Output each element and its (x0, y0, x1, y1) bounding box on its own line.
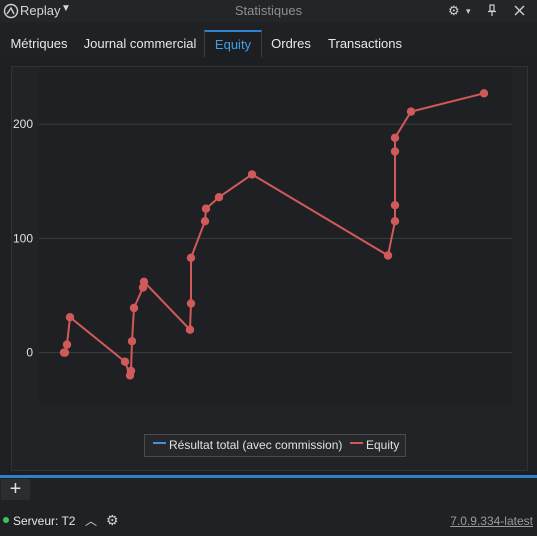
plot-area (39, 67, 512, 404)
equity-point[interactable] (185, 325, 195, 334)
equity-point[interactable] (127, 337, 137, 346)
tab-metriques[interactable]: Métriques (4, 30, 74, 57)
legend-equity-label[interactable]: Equity (366, 438, 399, 452)
equity-point[interactable] (139, 277, 149, 286)
equity-chart[interactable]: 0 100 200 (12, 67, 527, 470)
pin-icon[interactable] (487, 4, 497, 17)
equity-point[interactable] (60, 348, 70, 357)
y-tick-label: 200 (13, 117, 33, 131)
legend-swatch-total (153, 442, 166, 444)
chevron-down-icon[interactable]: ▾ (466, 6, 471, 17)
version-link[interactable]: 7.0.9.334-latest (450, 514, 533, 528)
gear-icon[interactable]: ⚙ (448, 3, 460, 19)
legend-swatch-equity (350, 442, 363, 444)
equity-point[interactable] (186, 299, 196, 308)
tab-bar: Métriques Journal commercial Equity Ordr… (0, 30, 537, 59)
equity-point[interactable] (126, 366, 136, 376)
equity-point[interactable] (247, 170, 257, 179)
tab-transactions[interactable]: Transactions (324, 30, 406, 57)
equity-point[interactable] (186, 253, 196, 262)
equity-point[interactable] (406, 107, 416, 116)
equity-point[interactable] (129, 303, 139, 313)
chart-legend: Résultat total (avec commission) Equity (144, 434, 406, 457)
equity-point[interactable] (120, 357, 130, 366)
close-icon[interactable] (514, 5, 525, 16)
equity-point[interactable] (62, 340, 72, 349)
server-label[interactable]: Serveur: T2 (13, 514, 75, 528)
settings-gear-icon[interactable]: ⚙ (106, 512, 119, 529)
chart-frame: 0 100 200 Résultat total (avec commission)… (11, 66, 528, 471)
status-bar: Serveur: T2 ︿ ⚙ 7.0.9.334-latest (0, 508, 537, 536)
equity-panel: 0 100 200 Résultat total (avec commission)… (0, 57, 537, 475)
equity-point[interactable] (383, 251, 393, 260)
chevron-up-icon[interactable]: ︿ (85, 512, 97, 529)
equity-point[interactable] (65, 313, 75, 322)
y-tick-label: 100 (13, 231, 33, 245)
y-tick-label: 0 (26, 346, 33, 360)
equity-point[interactable] (390, 201, 400, 210)
connection-status-icon (3, 517, 9, 523)
add-panel-button[interactable]: + (1, 479, 30, 500)
tab-journal-commercial[interactable]: Journal commercial (80, 30, 200, 57)
title-bar: Replay ▼ Statistiques ⚙ ▾ (0, 0, 537, 22)
legend-total-label[interactable]: Résultat total (avec commission) (169, 438, 342, 452)
panel-divider (0, 475, 537, 478)
equity-point[interactable] (390, 147, 400, 156)
tab-equity[interactable]: Equity (204, 30, 262, 59)
tab-ordres[interactable]: Ordres (266, 30, 316, 57)
equity-point[interactable] (200, 217, 210, 226)
equity-point[interactable] (390, 133, 400, 142)
equity-point[interactable] (214, 193, 224, 202)
equity-point[interactable] (479, 89, 489, 98)
equity-point[interactable] (201, 204, 211, 213)
equity-point[interactable] (390, 217, 400, 226)
